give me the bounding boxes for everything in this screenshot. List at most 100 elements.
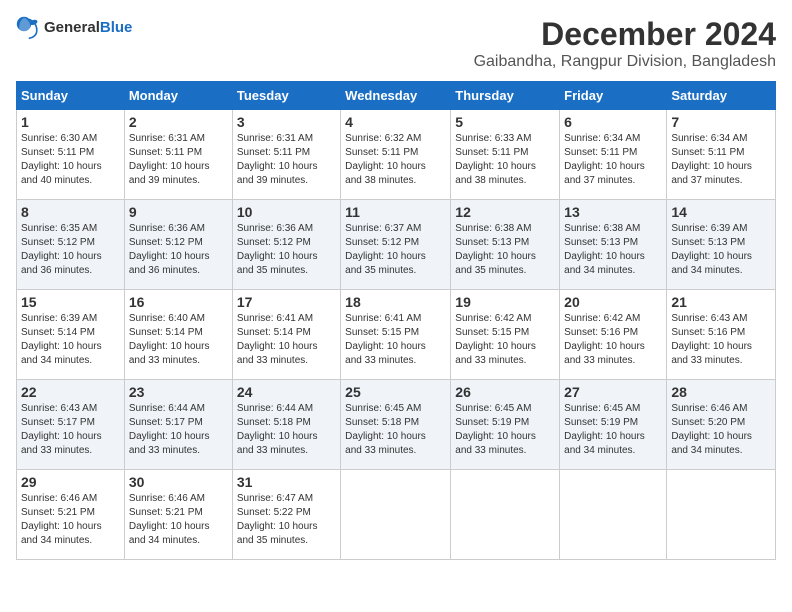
- day-info: Sunrise: 6:46 AMSunset: 5:21 PMDaylight:…: [21, 492, 120, 548]
- day-number: 23: [129, 384, 228, 400]
- calendar-cell: 6Sunrise: 6:34 AMSunset: 5:11 PMDaylight…: [560, 110, 667, 200]
- calendar-cell: 18 Sunrise: 6:41 AMSunset: 5:15 PMDayligh…: [341, 290, 451, 380]
- calendar-cell: [451, 470, 560, 560]
- day-info: Sunrise: 6:46 AMSunset: 5:21 PMDaylight:…: [129, 492, 228, 548]
- day-info: Sunrise: 6:39 AMSunset: 5:14 PMDaylight:…: [21, 312, 120, 368]
- day-info: Sunrise: 6:41 AMSunset: 5:15 PMDaylight:…: [345, 312, 446, 368]
- day-info: Sunrise: 6:45 AMSunset: 5:19 PMDaylight:…: [455, 402, 555, 458]
- calendar-week-row: 22 Sunrise: 6:43 AMSunset: 5:17 PMDayligh…: [17, 380, 776, 470]
- day-info: Sunrise: 6:38 AMSunset: 5:13 PMDaylight:…: [455, 222, 555, 278]
- day-number: 7: [671, 114, 771, 130]
- day-number: 12: [455, 204, 555, 220]
- day-number: 9: [129, 204, 228, 220]
- calendar-cell: 22 Sunrise: 6:43 AMSunset: 5:17 PMDayligh…: [17, 380, 125, 470]
- day-number: 21: [671, 294, 771, 310]
- calendar-cell: 11 Sunrise: 6:37 AMSunset: 5:12 PMDayligh…: [341, 200, 451, 290]
- day-number: 18: [345, 294, 446, 310]
- day-number: 10: [237, 204, 336, 220]
- day-number: 27: [564, 384, 662, 400]
- day-info: Sunrise: 6:31 AMSunset: 5:11 PMDaylight:…: [129, 132, 228, 188]
- calendar-cell: 14 Sunrise: 6:39 AMSunset: 5:13 PMDayligh…: [667, 200, 776, 290]
- weekday-header: Saturday: [667, 82, 776, 110]
- logo-general-text: General: [44, 19, 100, 36]
- day-info: Sunrise: 6:42 AMSunset: 5:15 PMDaylight:…: [455, 312, 555, 368]
- day-number: 8: [21, 204, 120, 220]
- day-info: Sunrise: 6:30 AMSunset: 5:11 PMDaylight:…: [21, 132, 120, 188]
- day-number: 16: [129, 294, 228, 310]
- calendar-cell: 24 Sunrise: 6:44 AMSunset: 5:18 PMDayligh…: [232, 380, 340, 470]
- logo: GeneralBlue: [16, 16, 132, 40]
- day-info: Sunrise: 6:32 AMSunset: 5:11 PMDaylight:…: [345, 132, 446, 188]
- calendar-cell: 4Sunrise: 6:32 AMSunset: 5:11 PMDaylight…: [341, 110, 451, 200]
- calendar-cell: 19 Sunrise: 6:42 AMSunset: 5:15 PMDayligh…: [451, 290, 560, 380]
- calendar-cell: 8 Sunrise: 6:35 AMSunset: 5:12 PMDaylight…: [17, 200, 125, 290]
- day-number: 22: [21, 384, 120, 400]
- calendar-cell: 21 Sunrise: 6:43 AMSunset: 5:16 PMDayligh…: [667, 290, 776, 380]
- calendar-week-row: 1 Sunrise: 6:30 AMSunset: 5:11 PMDaylight…: [17, 110, 776, 200]
- title-area: December 2024 Gaibandha, Rangpur Divisio…: [474, 16, 776, 71]
- weekday-header: Wednesday: [341, 82, 451, 110]
- calendar-cell: 29 Sunrise: 6:46 AMSunset: 5:21 PMDayligh…: [17, 470, 125, 560]
- day-number: 5: [455, 114, 555, 130]
- month-title: December 2024: [474, 16, 776, 53]
- day-info: Sunrise: 6:47 AMSunset: 5:22 PMDaylight:…: [237, 492, 336, 548]
- calendar-cell: 13 Sunrise: 6:38 AMSunset: 5:13 PMDayligh…: [560, 200, 667, 290]
- day-number: 29: [21, 474, 120, 490]
- day-number: 13: [564, 204, 662, 220]
- calendar-cell: 3 Sunrise: 6:31 AMSunset: 5:11 PMDaylight…: [232, 110, 340, 200]
- day-number: 1: [21, 114, 120, 130]
- day-info: Sunrise: 6:42 AMSunset: 5:16 PMDaylight:…: [564, 312, 662, 368]
- day-number: 24: [237, 384, 336, 400]
- calendar-cell: 31Sunrise: 6:47 AMSunset: 5:22 PMDayligh…: [232, 470, 340, 560]
- weekday-header: Sunday: [17, 82, 125, 110]
- header: GeneralBlue December 2024 Gaibandha, Ran…: [16, 16, 776, 71]
- logo-blue-text: Blue: [100, 19, 133, 36]
- day-info: Sunrise: 6:45 AMSunset: 5:19 PMDaylight:…: [564, 402, 662, 458]
- calendar-cell: 9 Sunrise: 6:36 AMSunset: 5:12 PMDaylight…: [124, 200, 232, 290]
- day-number: 20: [564, 294, 662, 310]
- calendar-cell: 16 Sunrise: 6:40 AMSunset: 5:14 PMDayligh…: [124, 290, 232, 380]
- calendar-cell: 5 Sunrise: 6:33 AMSunset: 5:11 PMDaylight…: [451, 110, 560, 200]
- calendar-cell: 26 Sunrise: 6:45 AMSunset: 5:19 PMDayligh…: [451, 380, 560, 470]
- calendar-cell: 15 Sunrise: 6:39 AMSunset: 5:14 PMDayligh…: [17, 290, 125, 380]
- day-info: Sunrise: 6:36 AMSunset: 5:12 PMDaylight:…: [237, 222, 336, 278]
- calendar-cell: 17Sunrise: 6:41 AMSunset: 5:14 PMDayligh…: [232, 290, 340, 380]
- day-info: Sunrise: 6:40 AMSunset: 5:14 PMDaylight:…: [129, 312, 228, 368]
- day-info: Sunrise: 6:39 AMSunset: 5:13 PMDaylight:…: [671, 222, 771, 278]
- weekday-header-row: SundayMondayTuesdayWednesdayThursdayFrid…: [17, 82, 776, 110]
- day-number: 28: [671, 384, 771, 400]
- day-info: Sunrise: 6:37 AMSunset: 5:12 PMDaylight:…: [345, 222, 446, 278]
- day-info: Sunrise: 6:36 AMSunset: 5:12 PMDaylight:…: [129, 222, 228, 278]
- day-number: 26: [455, 384, 555, 400]
- weekday-header: Monday: [124, 82, 232, 110]
- day-info: Sunrise: 6:34 AMSunset: 5:11 PMDaylight:…: [671, 132, 771, 188]
- calendar-cell: [341, 470, 451, 560]
- day-number: 3: [237, 114, 336, 130]
- day-info: Sunrise: 6:43 AMSunset: 5:17 PMDaylight:…: [21, 402, 120, 458]
- logo-icon: [16, 16, 40, 40]
- location-title: Gaibandha, Rangpur Division, Bangladesh: [474, 53, 776, 71]
- calendar-week-row: 8 Sunrise: 6:35 AMSunset: 5:12 PMDaylight…: [17, 200, 776, 290]
- day-number: 15: [21, 294, 120, 310]
- calendar-cell: 23 Sunrise: 6:44 AMSunset: 5:17 PMDayligh…: [124, 380, 232, 470]
- day-info: Sunrise: 6:44 AMSunset: 5:17 PMDaylight:…: [129, 402, 228, 458]
- calendar-cell: 20 Sunrise: 6:42 AMSunset: 5:16 PMDayligh…: [560, 290, 667, 380]
- day-info: Sunrise: 6:43 AMSunset: 5:16 PMDaylight:…: [671, 312, 771, 368]
- calendar-cell: [560, 470, 667, 560]
- weekday-header: Thursday: [451, 82, 560, 110]
- calendar-week-row: 29 Sunrise: 6:46 AMSunset: 5:21 PMDayligh…: [17, 470, 776, 560]
- calendar-cell: 30 Sunrise: 6:46 AMSunset: 5:21 PMDayligh…: [124, 470, 232, 560]
- calendar-week-row: 15 Sunrise: 6:39 AMSunset: 5:14 PMDayligh…: [17, 290, 776, 380]
- day-number: 14: [671, 204, 771, 220]
- day-info: Sunrise: 6:38 AMSunset: 5:13 PMDaylight:…: [564, 222, 662, 278]
- day-number: 11: [345, 204, 446, 220]
- day-info: Sunrise: 6:44 AMSunset: 5:18 PMDaylight:…: [237, 402, 336, 458]
- calendar-cell: 28Sunrise: 6:46 AMSunset: 5:20 PMDayligh…: [667, 380, 776, 470]
- day-info: Sunrise: 6:35 AMSunset: 5:12 PMDaylight:…: [21, 222, 120, 278]
- day-number: 25: [345, 384, 446, 400]
- day-number: 30: [129, 474, 228, 490]
- day-info: Sunrise: 6:33 AMSunset: 5:11 PMDaylight:…: [455, 132, 555, 188]
- day-number: 19: [455, 294, 555, 310]
- day-info: Sunrise: 6:31 AMSunset: 5:11 PMDaylight:…: [237, 132, 336, 188]
- calendar-cell: 12 Sunrise: 6:38 AMSunset: 5:13 PMDayligh…: [451, 200, 560, 290]
